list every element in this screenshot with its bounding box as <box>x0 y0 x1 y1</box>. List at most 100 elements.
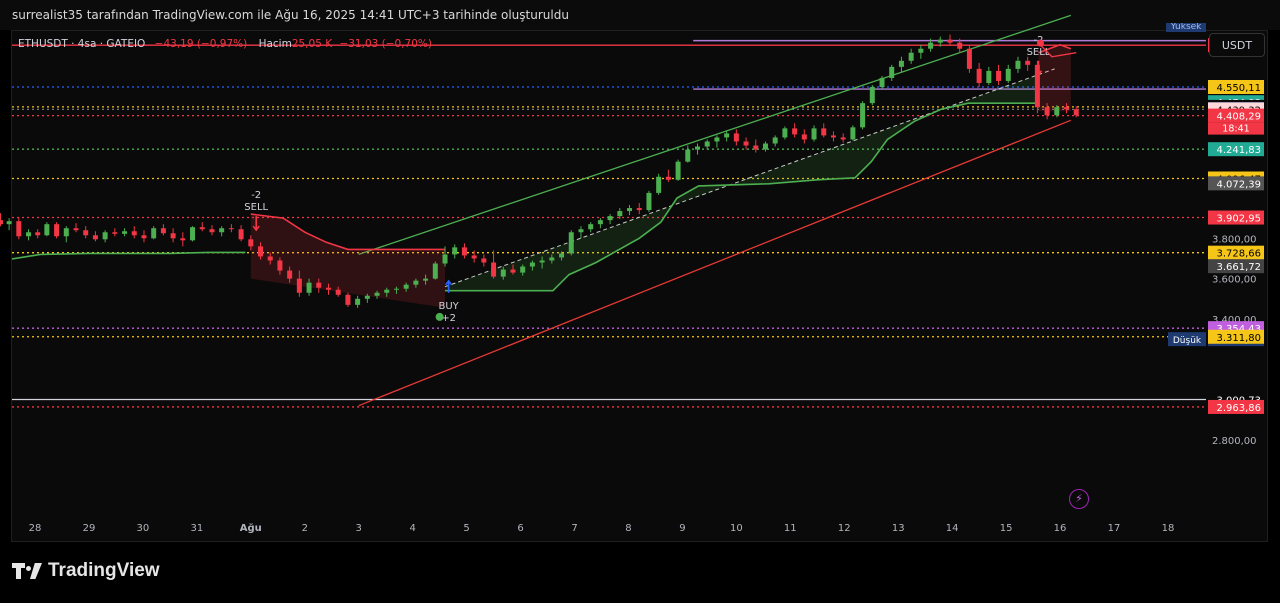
candle-body <box>277 260 283 271</box>
candle-body <box>335 289 341 295</box>
symbol-info[interactable]: ETHUSDT · 4sa · GATEIO <box>18 38 145 50</box>
candle-body <box>617 211 623 217</box>
candle-body <box>801 134 807 140</box>
candle-body <box>355 298 361 305</box>
x-tick-label: 10 <box>730 523 743 534</box>
buy-dot <box>435 312 444 321</box>
candle-body <box>772 137 778 144</box>
candle-body <box>35 232 41 236</box>
candle-body <box>607 216 613 221</box>
candle-body <box>403 284 409 289</box>
price-tag-label: 3.661,72 <box>1216 262 1261 273</box>
candle-body <box>539 260 545 263</box>
signal-value-label: -2 <box>251 190 261 201</box>
volume-value: 25,05 K <box>291 38 333 50</box>
candle-body <box>170 233 176 239</box>
candle-body <box>481 258 487 263</box>
candle-body <box>73 228 79 231</box>
x-tick-label: 3 <box>356 523 362 534</box>
x-tick-label: 15 <box>1000 523 1013 534</box>
price-tag-label: 4.550,11 <box>1216 83 1261 94</box>
candle-body <box>665 176 671 180</box>
x-tick-label: Ağu <box>240 522 262 534</box>
currency-button[interactable]: USDT <box>1209 33 1265 57</box>
symbol-legend: ETHUSDT · 4sa · GATEIO −43,19 (−0,97%) H… <box>18 38 432 50</box>
supertrend-up-fill <box>445 74 1039 291</box>
candle-body <box>199 227 205 230</box>
candle-body <box>16 221 22 237</box>
price-change: −43,19 (−0,97%) <box>154 38 248 50</box>
candle-body <box>345 294 351 305</box>
candle-body <box>937 39 943 43</box>
x-tick-label: 31 <box>190 523 203 534</box>
candle-body <box>63 228 69 237</box>
candle-body <box>141 235 147 239</box>
candle-body <box>83 230 89 236</box>
candle-body <box>869 87 875 104</box>
candle-body <box>636 208 642 211</box>
price-chart[interactable]: -2SELLBUY+2-2SELL3.800,003.600,003.400,0… <box>0 0 1280 603</box>
candle-body <box>393 288 399 290</box>
candle-body <box>957 42 963 49</box>
candle-body <box>151 228 157 239</box>
candle-body <box>461 247 467 256</box>
candle-body <box>54 224 60 237</box>
candle-body <box>102 232 108 240</box>
candle-body <box>695 146 701 150</box>
candle-body <box>714 137 720 142</box>
candle-body <box>753 145 759 150</box>
candle-body <box>491 262 497 277</box>
candle-body <box>879 77 885 88</box>
candle-body <box>860 103 866 128</box>
candle-body <box>287 270 293 279</box>
candle-body <box>840 137 846 140</box>
x-tick-label: 2 <box>302 523 308 534</box>
x-tick-label: 16 <box>1054 523 1067 534</box>
candle-body <box>830 135 836 138</box>
candle-body <box>762 143 768 150</box>
candle-body <box>219 228 225 233</box>
candle-body <box>160 228 166 234</box>
candle-body <box>316 282 322 288</box>
signal-value-label: +2 <box>441 313 456 324</box>
candle-body <box>1015 60 1021 69</box>
candle-body <box>190 227 196 241</box>
candle-body <box>374 292 380 296</box>
candle-body <box>986 70 992 83</box>
candle-body <box>568 232 574 254</box>
candle-body <box>423 278 429 281</box>
candle-body <box>267 256 273 261</box>
candle-body <box>520 266 526 273</box>
x-tick-label: 8 <box>625 523 631 534</box>
candle-body <box>228 228 234 230</box>
x-tick-label: 7 <box>571 523 577 534</box>
candle-body <box>1054 107 1060 116</box>
x-tick-label: 11 <box>784 523 797 534</box>
candle-body <box>1073 109 1079 116</box>
candle-body <box>792 128 798 135</box>
y-tick-label: 3.600,00 <box>1212 275 1257 286</box>
candle-body <box>325 287 331 290</box>
candle-body <box>112 232 118 234</box>
candle-body <box>1044 107 1050 116</box>
x-tick-label: 12 <box>838 523 851 534</box>
candle-body <box>976 68 982 83</box>
candle-body <box>898 60 904 67</box>
candle-body <box>646 192 652 211</box>
candle-body <box>122 231 128 234</box>
candle-body <box>384 289 390 293</box>
lightning-icon[interactable]: ⚡ <box>1069 489 1089 509</box>
candle-body <box>471 255 477 259</box>
candle-body <box>306 282 312 293</box>
candle-body <box>238 229 244 240</box>
candle-body <box>1064 107 1070 110</box>
high-tag: Yüksek <box>1166 23 1206 32</box>
candle-body <box>92 235 98 240</box>
countdown-label: 18:41 <box>1222 124 1249 135</box>
candle-body <box>743 141 749 146</box>
y-tick-label: 3.800,00 <box>1212 234 1257 245</box>
channel-upper-line <box>358 14 1072 256</box>
candle-body <box>364 295 370 299</box>
price-tag-label: 2.963,86 <box>1216 403 1261 414</box>
candle-body <box>296 278 302 293</box>
